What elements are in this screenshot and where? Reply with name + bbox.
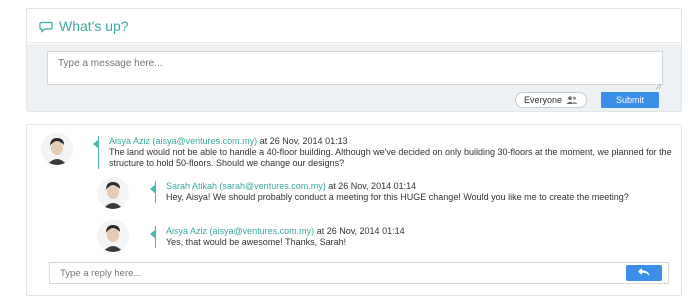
submit-button[interactable]: Submit <box>601 92 659 108</box>
reply-date: at 26 Nov, 2014 01:14 <box>325 181 417 191</box>
reply-author-link[interactable]: Sarah Atikah (sarah@ventures.com.my) <box>166 181 326 191</box>
compose-area: Everyone Submit <box>27 44 681 111</box>
reply-bubble: Aisya Aziz (aisya@ventures.com.my) at 26… <box>150 226 673 248</box>
message-input[interactable] <box>47 51 663 85</box>
avatar <box>97 220 129 252</box>
post-meta: Aisya Aziz (aisya@ventures.com.my) at 26… <box>109 136 673 147</box>
reply-button[interactable] <box>626 265 662 281</box>
whats-up-panel: What's up? Everyone Submit <box>26 8 682 112</box>
reply-meta: Aisya Aziz (aisya@ventures.com.my) at 26… <box>166 226 673 237</box>
reply-input[interactable] <box>50 263 610 283</box>
reply-author-link[interactable]: Aisya Aziz (aisya@ventures.com.my) <box>166 226 314 236</box>
post-bubble: Aisya Aziz (aisya@ventures.com.my) at 26… <box>93 136 673 169</box>
post-body: The land would not be able to handle a 4… <box>109 147 672 168</box>
avatar <box>97 177 129 209</box>
whats-up-header: What's up? <box>27 9 681 43</box>
reply-body: Yes, that would be awesome! Thanks, Sara… <box>166 237 347 247</box>
reply-bubble: Sarah Atikah (sarah@ventures.com.my) at … <box>150 181 673 203</box>
audience-label: Everyone <box>524 95 563 105</box>
reply-date: at 26 Nov, 2014 01:14 <box>314 226 405 236</box>
reply-arrow-icon <box>637 264 651 282</box>
post-author-link[interactable]: Aisya Aziz (aisya@ventures.com.my) <box>109 136 257 146</box>
post-date: at 26 Nov, 2014 01:13 <box>257 136 348 146</box>
people-icon <box>566 96 578 104</box>
feed-panel: Aisya Aziz (aisya@ventures.com.my) at 26… <box>26 124 682 296</box>
reply-meta: Sarah Atikah (sarah@ventures.com.my) at … <box>166 181 673 192</box>
reply-body: Hey, Aisya! We should probably conduct a… <box>166 192 629 202</box>
avatar <box>41 133 73 165</box>
whats-up-title: What's up? <box>59 17 129 34</box>
resize-handle-icon[interactable] <box>655 77 662 90</box>
audience-selector[interactable]: Everyone <box>515 92 588 108</box>
chat-bubble-icon <box>39 20 53 33</box>
reply-box <box>49 262 669 284</box>
